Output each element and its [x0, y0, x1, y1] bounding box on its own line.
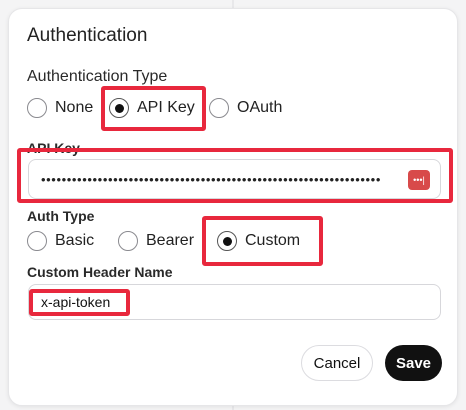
auth-type-option-api-key[interactable]: API Key [109, 98, 195, 118]
custom-header-name-label: Custom Header Name [27, 264, 173, 280]
radio-api-key[interactable] [109, 98, 129, 118]
radio-label-basic: Basic [55, 232, 95, 249]
header-auth-option-custom[interactable]: Custom [217, 231, 300, 251]
radio-oauth[interactable] [209, 98, 229, 118]
cancel-button[interactable]: Cancel [301, 345, 373, 381]
header-auth-option-bearer[interactable]: Bearer [118, 231, 194, 251]
radio-none[interactable] [27, 98, 47, 118]
radio-label-api-key: API Key [137, 99, 195, 116]
radio-bearer[interactable] [118, 231, 138, 251]
authentication-type-label: Authentication Type [27, 68, 168, 85]
radio-basic[interactable] [27, 231, 47, 251]
dialog-title: Authentication [27, 25, 148, 46]
auth-type-option-none[interactable]: None [27, 98, 93, 118]
password-manager-icon[interactable]: •••| [408, 170, 430, 190]
save-button[interactable]: Save [385, 345, 442, 381]
auth-type-option-oauth[interactable]: OAuth [209, 98, 282, 118]
api-key-label: API Key [27, 140, 80, 156]
api-key-masked-value: ••••••••••••••••••••••••••••••••••••••••… [41, 171, 381, 187]
auth-type-label: Auth Type [27, 208, 95, 224]
custom-header-name-input[interactable]: x-api-token [28, 284, 441, 320]
radio-label-custom: Custom [245, 232, 301, 249]
radio-label-bearer: Bearer [146, 232, 195, 249]
radio-custom[interactable] [217, 231, 237, 251]
api-key-input[interactable]: ••••••••••••••••••••••••••••••••••••••••… [28, 159, 441, 199]
header-auth-option-basic[interactable]: Basic [27, 231, 94, 251]
radio-label-none: None [55, 99, 94, 116]
custom-header-value: x-api-token [41, 294, 111, 310]
radio-label-oauth: OAuth [237, 99, 283, 116]
